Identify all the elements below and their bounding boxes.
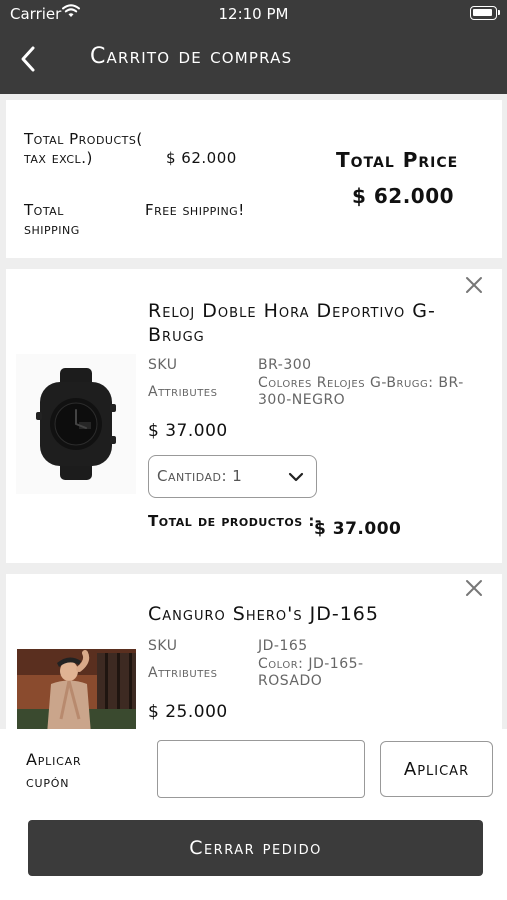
back-button[interactable] [14, 44, 44, 74]
total-price-label: Total Price [336, 148, 459, 172]
sku-value: BR-300 [258, 357, 312, 373]
item-total-label: Total de productos :- [148, 512, 322, 530]
total-products-label: Total Products( tax excl.) [24, 130, 143, 167]
status-bar: Carrier 12:10 PM [0, 0, 507, 28]
cart-item: Reloj Doble Hora Deportivo G-Brugg SKU B… [6, 269, 502, 563]
product-name: Canguro Shero's JD-165 [148, 603, 379, 625]
total-price-value: $ 62.000 [352, 184, 455, 208]
quantity-select[interactable]: Cantidad: 1 [148, 455, 317, 498]
cart-summary-card: Total Products( tax excl.) $ 62.000 Tota… [6, 100, 502, 258]
checkout-button[interactable]: Cerrar pedido [28, 820, 483, 876]
item-total-value: $ 37.000 [314, 519, 402, 539]
product-image [16, 354, 136, 494]
total-products-value: $ 62.000 [166, 149, 237, 167]
chevron-down-icon [288, 472, 304, 482]
product-image [17, 649, 136, 734]
cart-item: Canguro Shero's JD-165 SKU JD-165 Attrib… [6, 574, 502, 734]
coupon-label: Aplicar cupón [26, 750, 82, 791]
product-price: $ 37.000 [148, 421, 228, 441]
sku-label: SKU [148, 638, 178, 654]
attributes-value: Colores Relojes G-Brugg: BR-300-NEGRO [258, 375, 464, 408]
attributes-label: Attributes [148, 665, 218, 681]
remove-item-button[interactable] [464, 275, 484, 295]
quantity-label: Cantidad: 1 [157, 467, 243, 485]
sku-value: JD-165 [258, 638, 308, 654]
checkout-bar: Aplicar cupón Aplicar Cerrar pedido [0, 729, 507, 900]
remove-item-button[interactable] [464, 578, 484, 598]
page-title: Carrito de compras [90, 44, 293, 69]
sku-label: SKU [148, 357, 178, 373]
total-shipping-value: Free shipping! [145, 201, 245, 219]
attributes-value: Color: JD-165-ROSADO [258, 656, 364, 689]
product-name: Reloj Doble Hora Deportivo G-Brugg [148, 300, 436, 346]
total-shipping-label: Total shipping [24, 201, 80, 238]
coupon-input[interactable] [157, 740, 365, 798]
product-price: $ 25.000 [148, 702, 228, 722]
battery-icon [470, 6, 500, 20]
app-header: Carrier 12:10 PM Carrito de compras [0, 0, 507, 94]
status-time: 12:10 PM [218, 5, 289, 23]
apply-coupon-button[interactable]: Aplicar [380, 741, 493, 797]
attributes-label: Attributes [148, 384, 218, 400]
